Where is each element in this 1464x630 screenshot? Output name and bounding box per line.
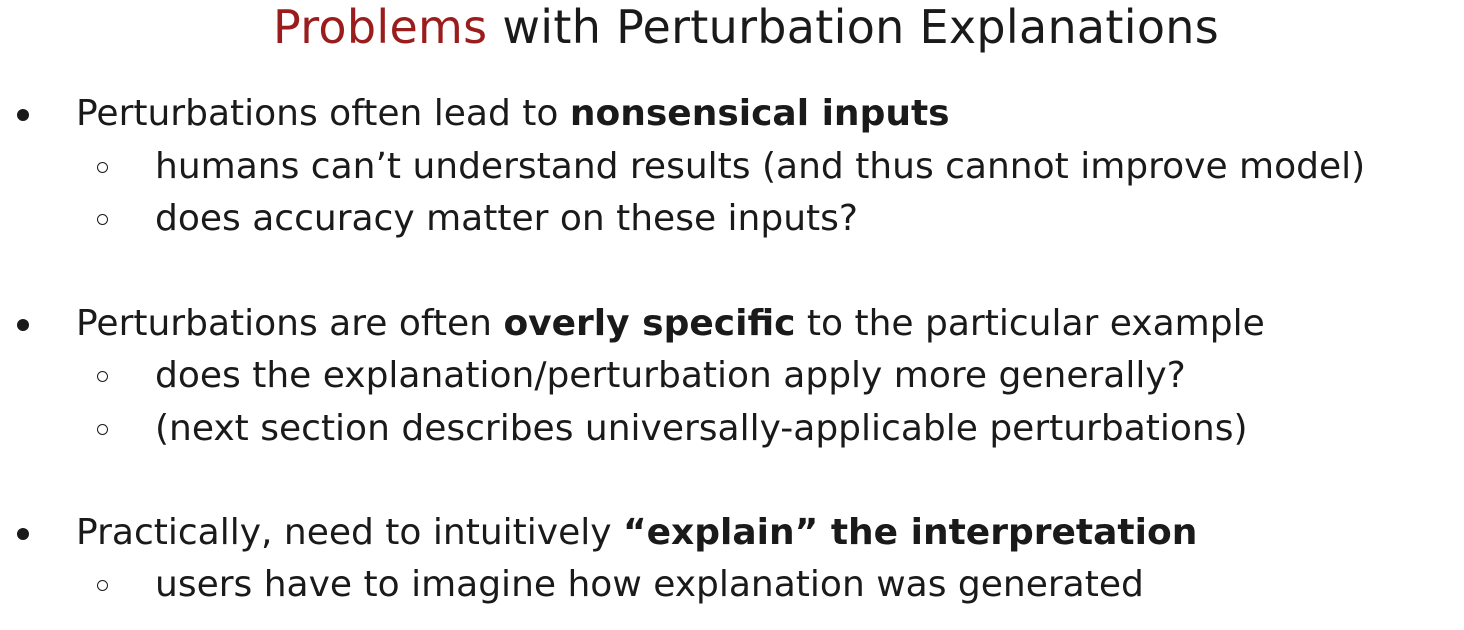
- bullet-3-bold: “explain” the interpretation: [622, 512, 1198, 553]
- hollow-circle-icon: [97, 580, 108, 591]
- bullet-dot-icon: [17, 109, 29, 121]
- bullet-1-before: Perturbations often lead to: [76, 93, 570, 134]
- hollow-circle-icon: [97, 214, 108, 225]
- hollow-circle-icon: [97, 162, 108, 173]
- bullet-dot-icon: [17, 319, 29, 331]
- hollow-circle-icon: [97, 371, 108, 382]
- bullet-2: Perturbations are often overly specific …: [0, 298, 1464, 350]
- bullet-3-text: Practically, need to intuitively “explai…: [76, 507, 1197, 559]
- bullet-2-bold: overly specific: [503, 303, 796, 344]
- sub-bullet-1-1: humans can’t understand results (and thu…: [0, 141, 1464, 193]
- slide: Problems with Perturbation Explanations …: [0, 0, 1464, 630]
- hollow-circle-icon: [97, 424, 108, 435]
- bullet-dot-icon: [17, 528, 29, 540]
- title-rest: with Perturbation Explanations: [487, 0, 1219, 54]
- sub-bullet-1-2-text: does accuracy matter on these inputs?: [155, 198, 859, 239]
- bullet-1: Perturbations often lead to nonsensical …: [0, 88, 1464, 140]
- bullet-1-text: Perturbations often lead to nonsensical …: [76, 88, 950, 140]
- sub-bullet-2-1-text: does the explanation/perturbation apply …: [155, 355, 1186, 396]
- bullet-1-bold: nonsensical inputs: [569, 93, 950, 134]
- bullet-2-text: Perturbations are often overly specific …: [76, 298, 1265, 350]
- bullet-2-after: to the particular example: [795, 303, 1265, 344]
- bullet-3-before: Practically, need to intuitively: [76, 512, 623, 553]
- title-accent: Problems: [273, 0, 488, 54]
- sub-bullet-2-1: does the explanation/perturbation apply …: [0, 350, 1464, 402]
- slide-title: Problems with Perturbation Explanations: [0, 0, 1464, 54]
- bullet-3: Practically, need to intuitively “explai…: [0, 507, 1464, 559]
- sub-bullet-2-2: (next section describes universally-appl…: [0, 403, 1464, 455]
- sub-bullet-1-2: does accuracy matter on these inputs?: [0, 193, 1464, 245]
- bullet-2-before: Perturbations are often: [76, 303, 504, 344]
- sub-bullet-3-1-text: users have to imagine how explanation wa…: [155, 564, 1144, 605]
- sub-bullet-3-1: users have to imagine how explanation wa…: [0, 559, 1464, 611]
- sub-bullet-2-2-text: (next section describes universally-appl…: [155, 408, 1248, 449]
- sub-bullet-1-1-text: humans can’t understand results (and thu…: [155, 146, 1366, 187]
